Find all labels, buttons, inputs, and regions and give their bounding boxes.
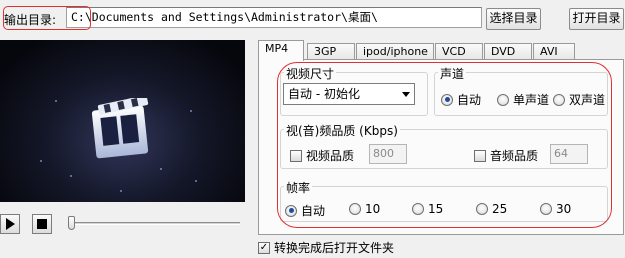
open-directory-button[interactable]: 打开目录 [569,8,624,30]
video-preview [0,40,245,202]
fps-10-label: 10 [365,202,381,216]
open-folder-after-checkbox[interactable]: ✓ 转换完成后打开文件夹 [258,239,394,256]
channel-stereo-label: 双声道 [569,93,606,107]
tab-3gp[interactable]: 3GP [307,43,355,60]
checkbox-checked-icon: ✓ [258,241,270,254]
checkbox-unchecked-icon [290,149,302,162]
fps-15-label: 15 [428,202,444,216]
fps-10-radio[interactable]: 10 [349,202,380,216]
output-directory-label: 输出目录: [4,13,57,27]
channel-stereo-radio[interactable]: 双声道 [553,91,605,108]
tab-mp4[interactable]: MP4 [258,40,304,61]
output-path-field[interactable]: C:\Documents and Settings\Administrator\… [66,7,482,28]
radio-unselected-icon [497,93,509,106]
fps-25-label: 25 [492,202,508,216]
video-size-select[interactable]: 自动 - 初始化 [283,83,415,105]
play-icon [6,218,15,230]
video-size-value: 自动 - 初始化 [288,87,360,101]
radio-unselected-icon [412,203,424,215]
fps-15-radio[interactable]: 15 [412,202,443,216]
quality-title: 视(音)频品质 (Kbps) [284,122,400,139]
fps-auto-label: 自动 [301,204,326,218]
radio-selected-icon [285,204,297,217]
seek-track[interactable] [68,222,240,225]
tab-vcd[interactable]: VCD [435,43,483,60]
choose-directory-button[interactable]: 选择目录 [486,8,541,30]
film-reel-icon [91,98,149,159]
audio-quality-checkbox[interactable]: 音频品质 [474,147,538,164]
radio-selected-icon [441,93,453,106]
seek-slider-thumb[interactable] [68,216,75,230]
audio-channel-title: 声道 [438,65,467,82]
audio-quality-label: 音频品质 [490,149,539,163]
channel-mono-radio[interactable]: 单声道 [497,91,549,108]
tab-ipod-iphone[interactable]: ipod/iphone [356,43,434,60]
tab-avi[interactable]: AVI [533,43,575,60]
fps-25-radio[interactable]: 25 [476,202,507,216]
checkbox-unchecked-icon [474,149,486,162]
chevron-down-icon [402,92,410,97]
play-button[interactable] [0,214,20,234]
fps-auto-radio[interactable]: 自动 [285,202,325,219]
radio-unselected-icon [476,203,488,215]
video-quality-checkbox[interactable]: 视频品质 [290,147,354,164]
video-quality-input[interactable]: 800 [369,144,407,164]
video-quality-label: 视频品质 [306,149,355,163]
channel-auto-label: 自动 [457,93,482,107]
tab-dvd[interactable]: DVD [484,43,532,60]
radio-unselected-icon [553,93,565,106]
stop-button[interactable] [32,214,52,234]
stop-icon [37,219,47,229]
fps-30-radio[interactable]: 30 [540,202,571,216]
radio-unselected-icon [349,203,361,215]
frame-rate-title: 帧率 [284,179,313,196]
video-size-title: 视频尺寸 [284,65,337,82]
channel-mono-label: 单声道 [513,93,550,107]
radio-unselected-icon [540,203,552,215]
fps-30-label: 30 [556,202,572,216]
audio-quality-input[interactable]: 64 [550,144,588,164]
channel-auto-radio[interactable]: 自动 [441,91,481,108]
open-folder-after-label: 转换完成后打开文件夹 [274,241,395,255]
